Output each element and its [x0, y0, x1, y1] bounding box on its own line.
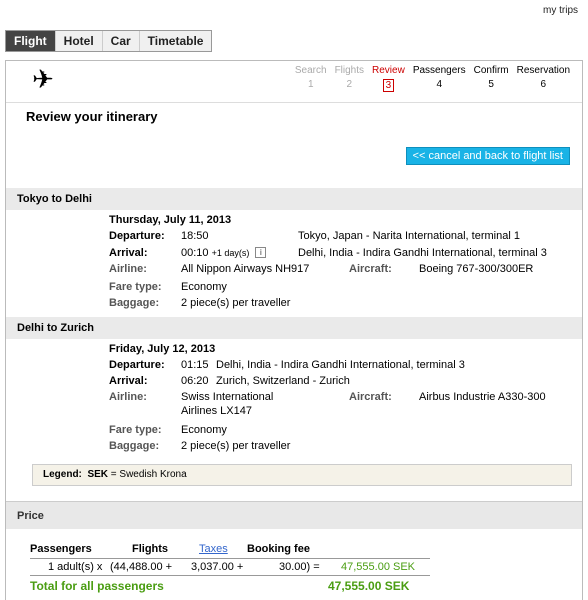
step-label: Reservation	[516, 65, 570, 76]
flights-amount: (44,488.00 +	[110, 561, 173, 573]
arrival-label: Arrival:	[109, 247, 148, 259]
fare-type-label: Fare type:	[109, 281, 162, 293]
arrival-time-value: 00:10	[181, 247, 209, 259]
step-label: Search	[294, 65, 327, 76]
step-number: 5	[488, 79, 494, 90]
baggage-value: 2 piece(s) per traveller	[181, 297, 291, 309]
airline-label: Airline:	[109, 263, 147, 275]
fare-type-label: Fare type:	[109, 424, 162, 436]
airline-label: Airline:	[109, 391, 147, 403]
baggage-value: 2 piece(s) per traveller	[181, 440, 291, 452]
leg-heading: Tokyo to Delhi	[6, 188, 582, 210]
step-label: Review	[372, 65, 405, 76]
aircraft-value: Boeing 767-300/300ER	[419, 263, 534, 275]
booking-panel: ✈ Search 1 Flights 2 Review 3 Passengers…	[5, 60, 583, 600]
step-label: Confirm	[473, 65, 509, 76]
departure-label: Departure:	[109, 359, 165, 371]
step-number: 6	[540, 79, 547, 90]
legend-code: SEK	[87, 469, 109, 480]
step-passengers: Passengers 4	[413, 65, 466, 92]
table-divider	[30, 575, 430, 576]
arrival-time: 00:10 +1 day(s) i	[181, 247, 267, 259]
step-reservation: Reservation 6	[517, 65, 570, 92]
booking-type-tabs: Flight Hotel Car Timetable	[5, 30, 213, 52]
tab-flight[interactable]: Flight	[6, 31, 56, 51]
departure-place: Delhi, India - Indira Gandhi Internation…	[216, 359, 465, 371]
leg-heading: Delhi to Zurich	[6, 317, 582, 339]
tab-hotel[interactable]: Hotel	[56, 31, 103, 51]
row-total: 47,555.00 SEK	[341, 561, 416, 573]
baggage-label: Baggage:	[109, 440, 160, 452]
total-value: 47,555.00 SEK	[328, 579, 410, 593]
airline-value: All Nippon Airways NH917	[181, 263, 310, 275]
legend-label: Legend:	[43, 469, 82, 480]
col-flights: Flights	[132, 543, 169, 555]
plus-days: +1 day(s)	[211, 248, 250, 258]
step-review: Review 3	[372, 65, 405, 92]
col-passengers: Passengers	[30, 543, 92, 555]
info-icon[interactable]: i	[255, 247, 267, 258]
step-confirm: Confirm 5	[474, 65, 509, 92]
step-flights[interactable]: Flights 2	[335, 65, 364, 92]
step-label: Flights	[334, 65, 365, 76]
tab-car[interactable]: Car	[103, 31, 140, 51]
arrival-place: Zurich, Switzerland - Zurich	[216, 375, 350, 387]
fare-type-value: Economy	[181, 281, 227, 293]
taxes-link[interactable]: Taxes	[199, 543, 228, 555]
step-number: 2	[346, 79, 353, 90]
legend-description: = Swedish Krona	[110, 469, 187, 480]
arrival-label: Arrival:	[109, 375, 148, 387]
progress-header: ✈ Search 1 Flights 2 Review 3 Passengers…	[6, 61, 582, 103]
step-label: Passengers	[412, 65, 466, 76]
currency-legend: Legend: SEK = Swedish Krona	[32, 464, 572, 486]
departure-place: Tokyo, Japan - Narita International, ter…	[298, 230, 520, 242]
page-title: Review your itinerary	[26, 109, 158, 124]
step-number: 4	[436, 79, 442, 90]
booking-fee-amount: 30.00) =	[279, 561, 320, 573]
table-divider	[30, 558, 430, 559]
arrival-time: 06:20	[181, 375, 209, 387]
baggage-label: Baggage:	[109, 297, 160, 309]
step-search[interactable]: Search 1	[295, 65, 327, 92]
passenger-count: 1 adult(s) x	[48, 561, 103, 573]
step-number: 1	[307, 79, 314, 90]
leg-date: Thursday, July 11, 2013	[109, 214, 232, 226]
total-label: Total for all passengers	[30, 579, 164, 593]
arrival-place: Delhi, India - Indira Gandhi Internation…	[298, 247, 547, 259]
back-to-flight-list-button[interactable]: << cancel and back to flight list	[405, 147, 570, 165]
airline-value: Swiss International	[181, 391, 274, 403]
aircraft-label: Aircraft:	[349, 391, 392, 403]
airplane-icon: ✈	[32, 64, 54, 94]
my-trips-link[interactable]: my trips	[543, 5, 578, 16]
col-booking-fee: Booking fee	[247, 543, 310, 555]
departure-time: 01:15	[181, 359, 209, 371]
aircraft-label: Aircraft:	[349, 263, 392, 275]
step-number: 3	[382, 79, 395, 92]
departure-label: Departure:	[109, 230, 165, 242]
aircraft-value: Airbus Industrie A330-300	[419, 391, 546, 403]
price-heading: Price	[6, 501, 582, 529]
fare-type-value: Economy	[181, 424, 227, 436]
booking-steps: Search 1 Flights 2 Review 3 Passengers 4…	[287, 65, 570, 92]
leg-date: Friday, July 12, 2013	[109, 343, 216, 355]
taxes-amount: 3,037.00 +	[191, 561, 244, 573]
tab-timetable[interactable]: Timetable	[140, 31, 212, 51]
departure-time: 18:50	[181, 230, 209, 242]
airline-value-line2: Airlines LX147	[181, 405, 252, 417]
